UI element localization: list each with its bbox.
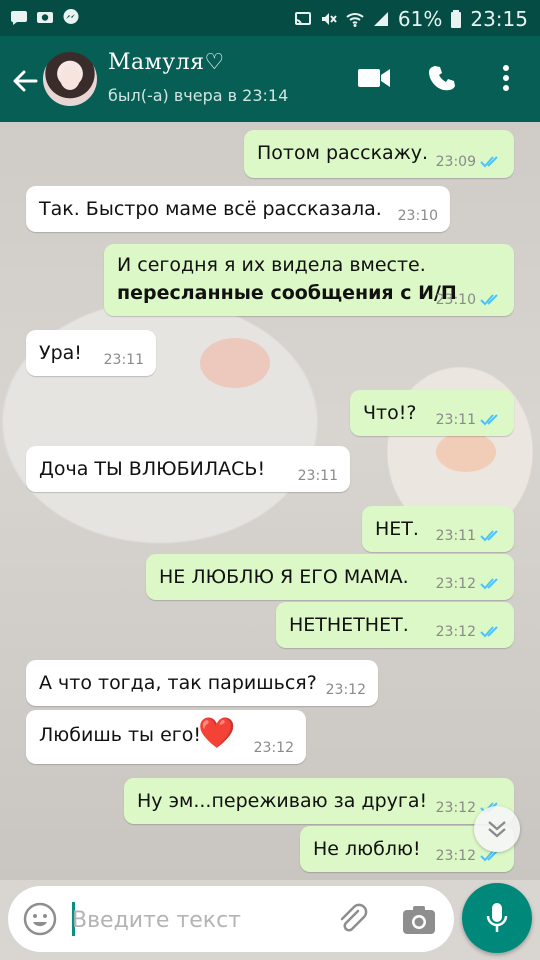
message-text: И сегодня я их видела вместе. bbox=[117, 254, 426, 276]
avatar[interactable] bbox=[43, 52, 97, 106]
read-receipt-icon bbox=[480, 294, 498, 306]
wallpaper-decoration bbox=[436, 432, 496, 472]
message-text: Что!? bbox=[363, 402, 417, 424]
read-receipt-icon bbox=[480, 156, 498, 168]
voice-message-button[interactable] bbox=[462, 883, 532, 953]
message-bubble-outgoing[interactable]: Ну эм...переживаю за друга! 23:12 bbox=[124, 778, 514, 824]
message-time: 23:11 bbox=[297, 468, 338, 484]
message-bubble-incoming[interactable]: Любишь ты его! ❤️ 23:12 bbox=[26, 710, 306, 764]
message-input[interactable] bbox=[70, 898, 324, 942]
emoji-icon[interactable] bbox=[22, 901, 58, 937]
mute-icon bbox=[321, 13, 337, 25]
status-bar: 61% 23:15 bbox=[0, 0, 540, 36]
message-time: 23:12 bbox=[325, 682, 366, 698]
message-time: 23:12 bbox=[253, 740, 294, 756]
message-text: А что тогда, так паришься? bbox=[39, 672, 317, 694]
message-time: 23:12 bbox=[435, 576, 476, 592]
contact-name[interactable]: Мамуля♡ bbox=[108, 50, 225, 75]
more-options-button[interactable] bbox=[486, 58, 526, 98]
messenger-notification-icon bbox=[63, 9, 79, 24]
message-text: Доча ТЫ ВЛЮБИЛАСЬ! bbox=[39, 458, 266, 480]
battery-percent: 61% bbox=[397, 7, 443, 31]
heart-emoji: ❤️ bbox=[198, 716, 236, 751]
signal-icon bbox=[373, 12, 388, 26]
message-text: НЕ ЛЮБЛЮ Я ЕГО МАМА. bbox=[159, 566, 409, 588]
message-text: Ну эм...переживаю за друга! bbox=[137, 790, 428, 812]
video-call-button[interactable] bbox=[354, 58, 394, 98]
message-text: Потом расскажу. bbox=[257, 142, 429, 164]
phone-call-button[interactable] bbox=[423, 58, 463, 98]
microphone-icon bbox=[486, 903, 508, 932]
message-time: 23:12 bbox=[435, 800, 476, 816]
camera-icon[interactable] bbox=[400, 901, 438, 937]
message-text: НЕТ. bbox=[375, 518, 419, 540]
message-bubble-outgoing[interactable]: И сегодня я их видела вместе. пересланны… bbox=[104, 244, 514, 316]
clock: 23:15 bbox=[470, 7, 528, 31]
back-arrow-icon[interactable] bbox=[8, 64, 42, 98]
message-bubble-outgoing[interactable]: Что!? 23:11 bbox=[350, 390, 514, 436]
message-bubble-outgoing[interactable]: НЕ ЛЮБЛЮ Я ЕГО МАМА. 23:12 bbox=[146, 554, 514, 600]
chat-area[interactable]: Потом расскажу. 23:09 Так. Быстро маме в… bbox=[0, 122, 540, 880]
message-text: Ура! bbox=[39, 342, 82, 364]
message-bubble-outgoing[interactable]: Потом расскажу. 23:09 bbox=[244, 130, 514, 178]
double-chevron-down-icon bbox=[488, 821, 506, 838]
phone-icon bbox=[429, 66, 455, 91]
video-call-icon bbox=[358, 69, 390, 87]
wifi-icon bbox=[346, 13, 364, 27]
attachment-icon[interactable] bbox=[334, 901, 370, 937]
message-bubble-incoming[interactable]: Ура! 23:11 bbox=[26, 330, 156, 376]
camera-notification-icon bbox=[37, 12, 53, 23]
message-time: 23:11 bbox=[435, 412, 476, 428]
message-time: 23:12 bbox=[435, 624, 476, 640]
message-time: 23:09 bbox=[435, 154, 476, 170]
read-receipt-icon bbox=[480, 414, 498, 426]
message-bubble-outgoing[interactable]: НЕТНЕТНЕТ. 23:12 bbox=[276, 602, 514, 648]
message-text: Не люблю! bbox=[313, 838, 421, 860]
message-bubble-incoming[interactable]: Так. Быстро маме всё рассказала. 23:10 bbox=[26, 186, 450, 232]
scroll-to-bottom-button[interactable] bbox=[474, 806, 520, 852]
message-bubble-incoming[interactable]: А что тогда, так паришься? 23:12 bbox=[26, 660, 378, 706]
message-text: пересланные сообщения с И/П bbox=[117, 282, 457, 304]
message-composer bbox=[8, 886, 454, 952]
chat-notification-icon bbox=[11, 11, 27, 25]
cast-icon bbox=[294, 12, 311, 26]
message-time: 23:12 bbox=[435, 848, 476, 864]
message-time: 23:10 bbox=[397, 208, 438, 224]
last-seen-status: был(-а) вчера в 23:14 bbox=[108, 86, 289, 105]
message-text: НЕТНЕТНЕТ. bbox=[289, 614, 409, 636]
chat-header: Мамуля♡ был(-а) вчера в 23:14 bbox=[0, 36, 540, 122]
message-time: 23:11 bbox=[103, 352, 144, 368]
message-text: Любишь ты его! bbox=[39, 724, 201, 746]
read-receipt-icon bbox=[480, 578, 498, 590]
message-time: 23:11 bbox=[435, 528, 476, 544]
message-text: Так. Быстро маме всё рассказала. bbox=[39, 198, 382, 220]
message-bubble-incoming[interactable]: Доча ТЫ ВЛЮБИЛАСЬ! 23:11 bbox=[26, 446, 350, 492]
message-bubble-outgoing[interactable]: НЕТ. 23:11 bbox=[362, 506, 514, 552]
wallpaper-decoration bbox=[200, 338, 270, 388]
read-receipt-icon bbox=[480, 530, 498, 542]
read-receipt-icon bbox=[480, 626, 498, 638]
more-options-icon bbox=[503, 65, 509, 91]
battery-icon bbox=[451, 10, 462, 28]
message-time: 23:10 bbox=[435, 292, 476, 308]
